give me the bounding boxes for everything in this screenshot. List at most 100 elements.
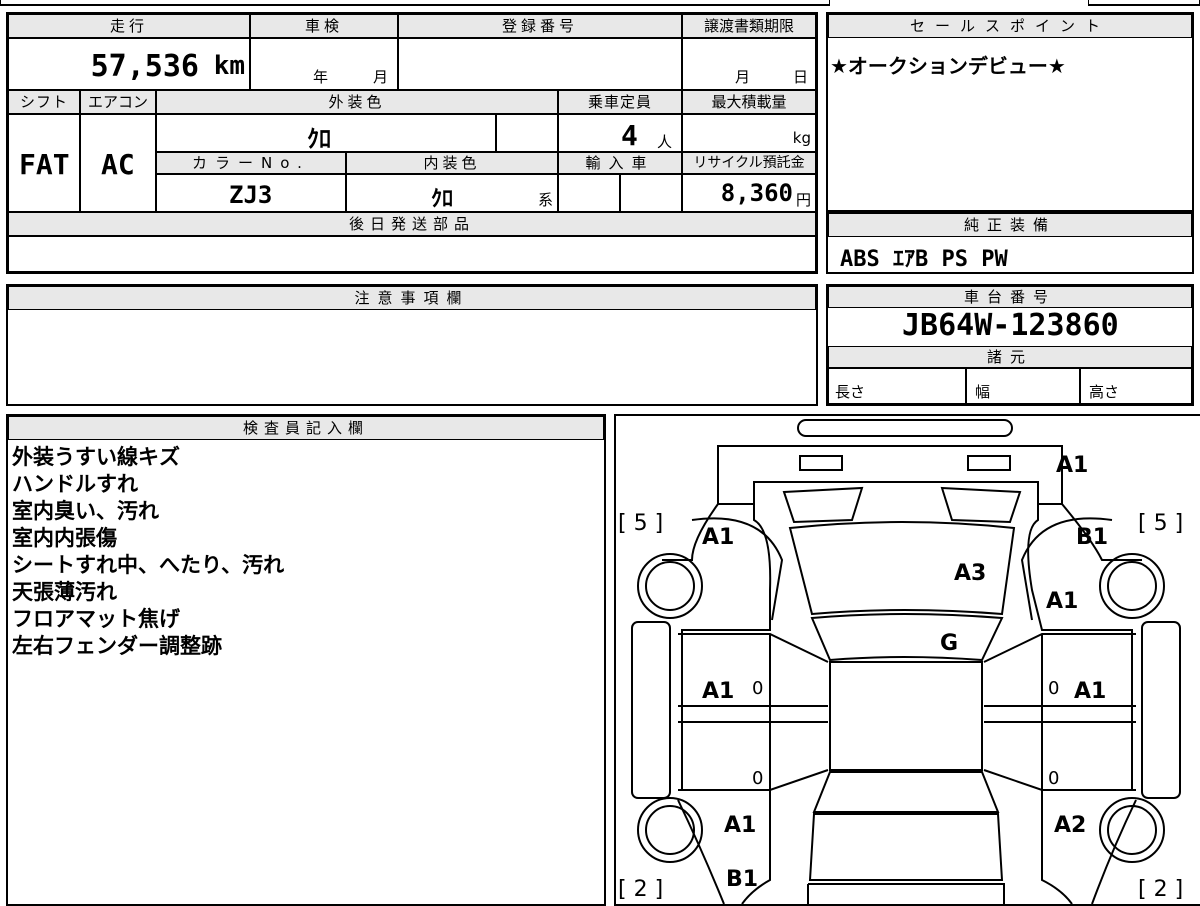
exterior-color-header: 外装色 <box>156 90 558 114</box>
chassis-value: JB64W-123860 <box>902 308 1119 343</box>
mark-hood: A3 <box>954 561 986 586</box>
shift-value: FAT <box>19 148 70 181</box>
mark-front-left-fender: A1 <box>702 525 734 550</box>
width-cell: 幅 <box>966 368 1080 404</box>
width-label: 幅 <box>975 383 991 401</box>
interior-color-header: 内装色 <box>346 152 558 174</box>
chassis-box: 車台番号 JB64W-123860 諸元 長さ 幅 高さ <box>826 284 1194 406</box>
tire-label-front-left: [ 5 ] <box>618 511 663 536</box>
exterior-color-value: ｸﾛ <box>307 125 331 153</box>
mileage-unit: km <box>213 51 245 81</box>
inspection-cell: 年 月 <box>250 38 398 90</box>
registration-cell <box>398 38 682 90</box>
vehicle-info-sheet: 走行 車検 登録番号 譲渡書類期限 57,536 km 年 月 月 日 シフト … <box>6 12 818 274</box>
max-load-unit: kg <box>792 129 811 147</box>
mileage-cell: 57,536 km <box>8 38 250 90</box>
shift-cell: FAT <box>8 114 80 212</box>
inspector-note: フロアマット焦げ <box>12 607 180 631</box>
import-header: 輸入車 <box>558 152 682 174</box>
import-cell-right <box>620 174 682 212</box>
transfer-deadline-header: 譲渡書類期限 <box>682 14 816 38</box>
recycle-cell: 8,360 円 <box>682 174 816 212</box>
mark-right-front-side: A1 <box>1046 589 1078 614</box>
equipment-box: 純正装備 ABS ｴｱB PS PW <box>826 212 1194 274</box>
mark-left-front-door: A1 <box>702 679 734 704</box>
inspector-note: シートすれ中、へたり、汚れ <box>12 553 285 577</box>
recycle-unit: 円 <box>795 191 811 209</box>
car-diagram: A1 A1 B1 A3 A1 G A1 A1 A1 A2 B1 0 0 0 0 … <box>618 419 1183 904</box>
mark-front-bumper: A1 <box>1056 453 1088 478</box>
caution-box: 注意事項欄 <box>6 284 818 406</box>
sales-point-header: セールスポイント <box>828 14 1192 38</box>
equipment-header: 純正装備 <box>828 213 1192 237</box>
mark-front-right-fender: B1 <box>1076 525 1108 550</box>
import-cell-left <box>558 174 620 212</box>
exterior-color-extra-cell <box>496 114 558 152</box>
later-parts-cell <box>8 236 816 272</box>
color-no-header: カラーNo. <box>156 152 346 174</box>
inspector-header: 検査員記入欄 <box>8 416 604 440</box>
inspector-note: 室内内張傷 <box>12 526 117 550</box>
color-no-value: ZJ3 <box>229 181 273 209</box>
mark-left-rear-door-zero: 0 <box>752 768 763 789</box>
capacity-header: 乗車定員 <box>558 90 682 114</box>
capacity-unit: 人 <box>657 133 673 151</box>
inspector-note: 室内臭い、汚れ <box>12 499 159 523</box>
inspection-month: 月 <box>373 68 389 86</box>
tire-label-rear-right: [ 2 ] <box>1138 877 1183 902</box>
top-strip-left <box>0 0 830 6</box>
equipment-value: ABS ｴｱB PS PW <box>840 247 1008 272</box>
mileage-value: 57,536 <box>90 49 199 84</box>
mark-right-rear-fender: A2 <box>1054 813 1086 838</box>
mark-right-front-door: A1 <box>1074 679 1106 704</box>
inspector-note: 外装うすい線キズ <box>12 445 180 469</box>
specs-header: 諸元 <box>828 346 1192 368</box>
transfer-day: 日 <box>793 68 809 86</box>
mark-windshield: G <box>940 631 958 656</box>
tire-label-rear-left: [ 2 ] <box>618 877 663 902</box>
shift-header: シフト <box>8 90 80 114</box>
height-label: 高さ <box>1089 383 1120 401</box>
length-label: 長さ <box>835 383 866 401</box>
top-strip-right <box>1088 0 1200 6</box>
height-cell: 高さ <box>1080 368 1192 404</box>
mileage-header: 走行 <box>8 14 250 38</box>
capacity-value: 4 <box>621 119 638 152</box>
mark-rear-left: B1 <box>726 867 758 892</box>
registration-header: 登録番号 <box>398 14 682 38</box>
interior-color-value: ｸﾛ <box>431 187 454 212</box>
sales-point-box: セールスポイント ★オークションデビュー★ <box>826 12 1194 212</box>
later-parts-header: 後日発送部品 <box>8 212 816 236</box>
inspector-note: ハンドルすれ <box>12 472 138 496</box>
chassis-header: 車台番号 <box>828 286 1192 308</box>
transfer-month: 月 <box>735 68 751 86</box>
sales-point-text: ★オークションデビュー★ <box>830 54 1066 78</box>
mark-left-rear-fender: A1 <box>724 813 756 838</box>
length-cell: 長さ <box>828 368 966 404</box>
caution-header: 注意事項欄 <box>8 286 816 310</box>
inspector-note: 天張薄汚れ <box>12 580 117 604</box>
inspector-note: 左右フェンダー調整跡 <box>12 634 222 658</box>
mark-left-front-door-zero: 0 <box>752 678 763 699</box>
interior-color-cell: ｸﾛ 系 <box>346 174 558 212</box>
max-load-cell: kg <box>682 114 816 152</box>
aircon-header: エアコン <box>80 90 156 114</box>
max-load-header: 最大積載量 <box>682 90 816 114</box>
color-no-cell: ZJ3 <box>156 174 346 212</box>
recycle-value: 8,360 <box>720 179 793 207</box>
damage-diagram-box: A1 A1 B1 A3 A1 G A1 A1 A1 A2 B1 0 0 0 0 … <box>614 414 1200 906</box>
mark-right-rear-door-zero: 0 <box>1048 768 1059 789</box>
inspector-box: 検査員記入欄 外装うすい線キズ ハンドルすれ 室内臭い、汚れ 室内内張傷 シート… <box>6 414 606 906</box>
recycle-header: リサイクル預託金 <box>682 152 816 174</box>
transfer-deadline-cell: 月 日 <box>682 38 816 90</box>
mark-right-front-door-zero: 0 <box>1048 678 1059 699</box>
inspection-header: 車検 <box>250 14 398 38</box>
capacity-cell: 4 人 <box>558 114 682 152</box>
aircon-value: AC <box>101 148 135 181</box>
interior-color-suffix: 系 <box>537 191 553 209</box>
tire-label-front-right: [ 5 ] <box>1138 511 1183 536</box>
inspection-year: 年 <box>313 68 329 86</box>
inspector-notes-list: 外装うすい線キズ ハンドルすれ 室内臭い、汚れ 室内内張傷 シートすれ中、へたり… <box>12 444 284 660</box>
aircon-cell: AC <box>80 114 156 212</box>
exterior-color-cell: ｸﾛ <box>156 114 496 153</box>
